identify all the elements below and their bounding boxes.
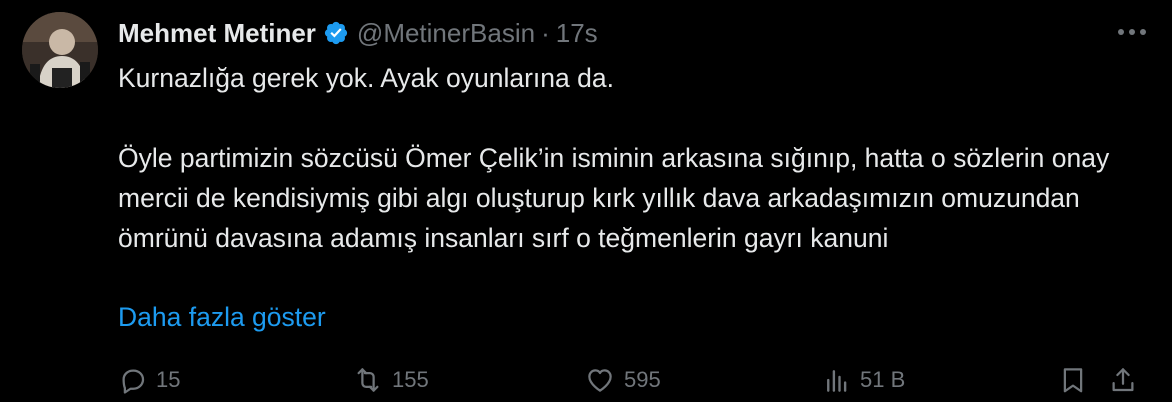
separator-dot: · [541, 17, 550, 48]
reply-icon [118, 365, 148, 395]
like-icon [584, 365, 616, 395]
tweet-actions: 15 155 595 51 B [118, 360, 1150, 402]
tweet-text: Kurnazlığa gerek yok. Ayak oyunlarına da… [118, 58, 1128, 258]
views-count: 51 B [860, 367, 906, 392]
show-more-link[interactable]: Daha fazla göster [118, 297, 326, 337]
repost-icon [352, 365, 384, 395]
tweet-header: Mehmet Metiner @MetinerBasin · 17s [118, 14, 598, 52]
bookmark-button[interactable] [1058, 360, 1088, 400]
avatar[interactable] [22, 12, 98, 88]
reply-count: 15 [156, 367, 181, 392]
tweet-text-line1: Kurnazlığa gerek yok. Ayak oyunlarına da… [118, 63, 614, 93]
repost-button[interactable]: 155 [352, 360, 429, 400]
share-button[interactable] [1108, 360, 1138, 400]
views-icon [822, 365, 852, 395]
views-button[interactable]: 51 B [822, 360, 905, 400]
like-button[interactable]: 595 [584, 360, 661, 400]
author-handle[interactable]: @MetinerBasin [357, 18, 535, 49]
share-icon [1108, 365, 1138, 395]
like-count: 595 [624, 367, 661, 392]
verified-badge-icon[interactable] [323, 20, 349, 46]
avatar-photo [22, 12, 98, 88]
timestamp[interactable]: 17s [556, 18, 598, 49]
bookmark-icon [1058, 365, 1088, 395]
reply-button[interactable]: 15 [118, 360, 180, 400]
repost-count: 155 [392, 367, 429, 392]
author-name[interactable]: Mehmet Metiner [118, 18, 316, 49]
tweet-text-paragraph2: Öyle partimizin sözcüsü Ömer Çelik’in is… [118, 143, 1110, 253]
more-options-icon[interactable] [1114, 18, 1150, 46]
